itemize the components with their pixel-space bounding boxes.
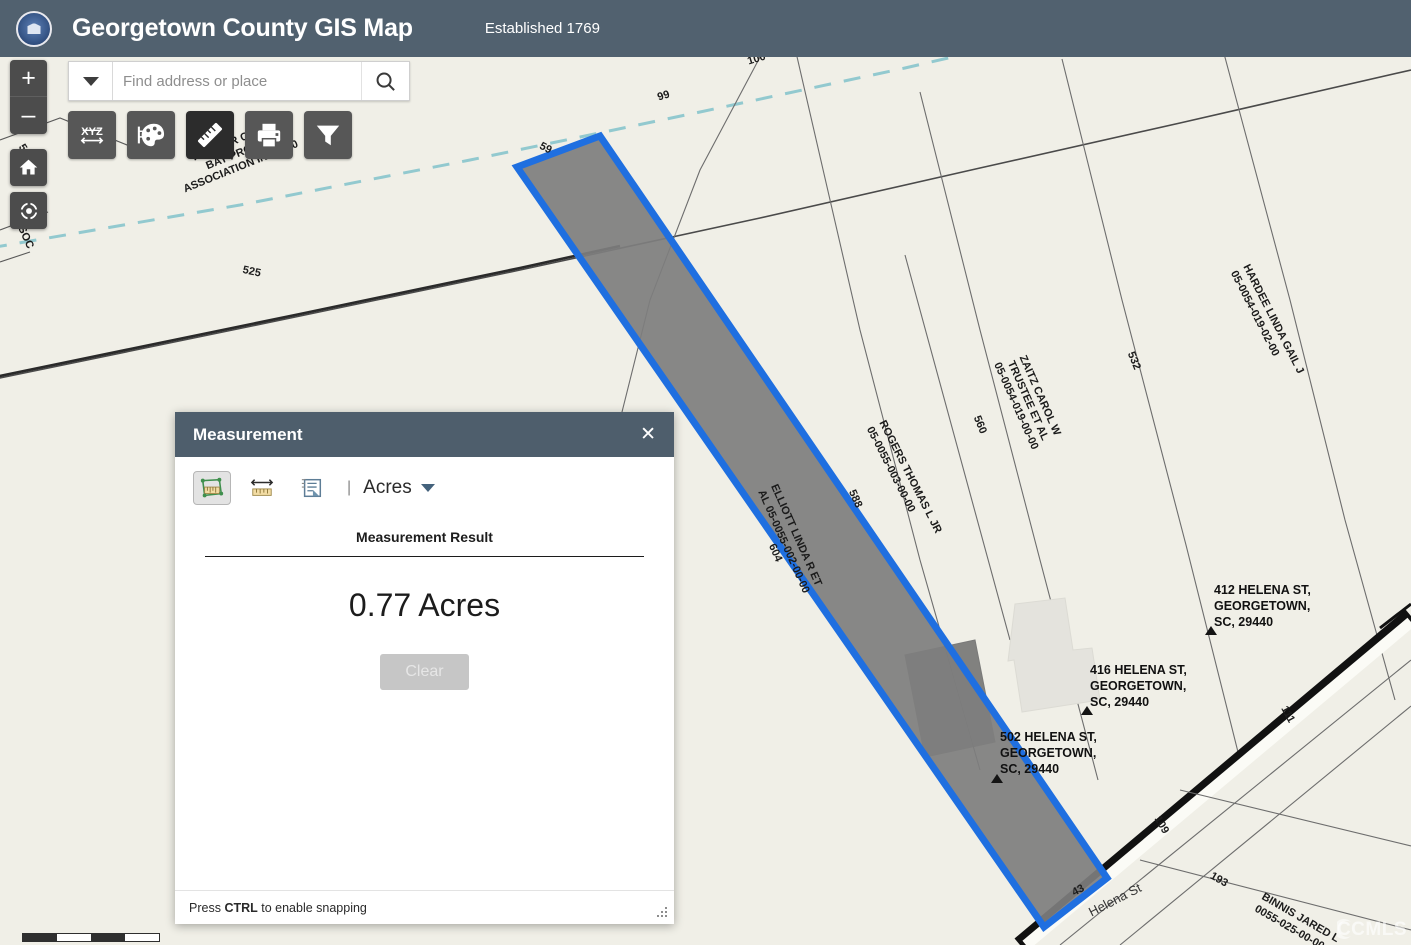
area-polygon-icon <box>199 476 225 500</box>
snapping-hint-prefix: Press <box>189 901 224 915</box>
basemap-tool-button[interactable] <box>127 111 175 159</box>
caret-down-icon <box>421 484 435 492</box>
measurement-result-value: 0.77 Acres <box>175 587 674 624</box>
location-measure-button[interactable] <box>293 471 331 505</box>
address-marker-icon <box>991 774 1003 783</box>
snapping-hint-suffix: to enable snapping <box>258 901 367 915</box>
search-icon <box>374 70 397 93</box>
measurement-panel: Measurement ✕ <box>175 412 674 924</box>
locate-button[interactable] <box>10 192 47 229</box>
home-icon <box>10 149 47 186</box>
measurement-panel-header: Measurement ✕ <box>175 412 674 457</box>
xyz-coordinates-icon: XYZ <box>77 122 107 148</box>
print-tool-button[interactable] <box>245 111 293 159</box>
established-text: Established 1769 <box>485 20 600 37</box>
measurement-tool-row: | Acres <box>175 457 674 505</box>
ccmls-logo-icon <box>1337 919 1355 939</box>
tool-separator: | <box>347 479 351 497</box>
zoom-in-button[interactable]: + <box>10 60 47 97</box>
chevron-down-icon <box>83 77 99 86</box>
svg-text:XYZ: XYZ <box>81 126 103 138</box>
measurement-result-title: Measurement Result <box>175 529 674 545</box>
zoom-out-button[interactable]: – <box>10 97 47 134</box>
unit-label: Acres <box>363 477 412 499</box>
distance-measure-button[interactable] <box>243 471 281 505</box>
search-category-dropdown[interactable] <box>69 62 113 100</box>
app-header: Georgetown County GIS Map Established 17… <box>0 0 1411 57</box>
measurement-panel-title: Measurement <box>193 425 303 445</box>
location-point-icon <box>299 476 325 500</box>
page-title: Georgetown County GIS Map <box>72 14 413 43</box>
map-toolbar: XYZ <box>68 111 352 159</box>
measure-tool-button[interactable] <box>186 111 234 159</box>
filter-tool-button[interactable] <box>304 111 352 159</box>
area-measure-button[interactable] <box>193 471 231 505</box>
printer-icon <box>254 121 284 149</box>
clear-button[interactable]: Clear <box>380 654 469 690</box>
ruler-icon <box>195 120 225 150</box>
home-extent-button[interactable] <box>10 149 47 186</box>
zoom-controls: + – <box>10 60 47 134</box>
search-button[interactable] <box>361 62 409 100</box>
unit-dropdown[interactable]: Acres <box>363 477 435 499</box>
address-marker-icon <box>1205 626 1217 635</box>
address-marker-icon <box>1081 706 1093 715</box>
snapping-hint-key: CTRL <box>224 901 257 915</box>
measurement-panel-footer: Press CTRL to enable snapping <box>175 890 674 924</box>
gis-application: HARBOR CLUBBAY PROPEASSOCIATION INC 05-0… <box>0 0 1411 945</box>
palette-icon <box>136 121 166 149</box>
close-icon[interactable]: ✕ <box>640 425 656 444</box>
result-divider <box>205 556 644 557</box>
scale-bar <box>22 933 160 942</box>
funnel-icon <box>314 121 342 149</box>
ccmls-watermark: CCMLS <box>1337 919 1407 941</box>
locate-crosshair-icon <box>10 192 47 229</box>
county-seal-icon <box>16 11 52 47</box>
search-input[interactable] <box>113 62 361 100</box>
distance-ruler-icon <box>249 476 275 500</box>
panel-resize-handle[interactable] <box>656 907 668 919</box>
snapping-hint: Press CTRL to enable snapping <box>189 901 367 915</box>
coordinate-tool-button[interactable]: XYZ <box>68 111 116 159</box>
measurement-panel-body: | Acres Measurement Result 0.77 Acres Cl… <box>175 457 674 890</box>
search-bar <box>68 61 410 101</box>
